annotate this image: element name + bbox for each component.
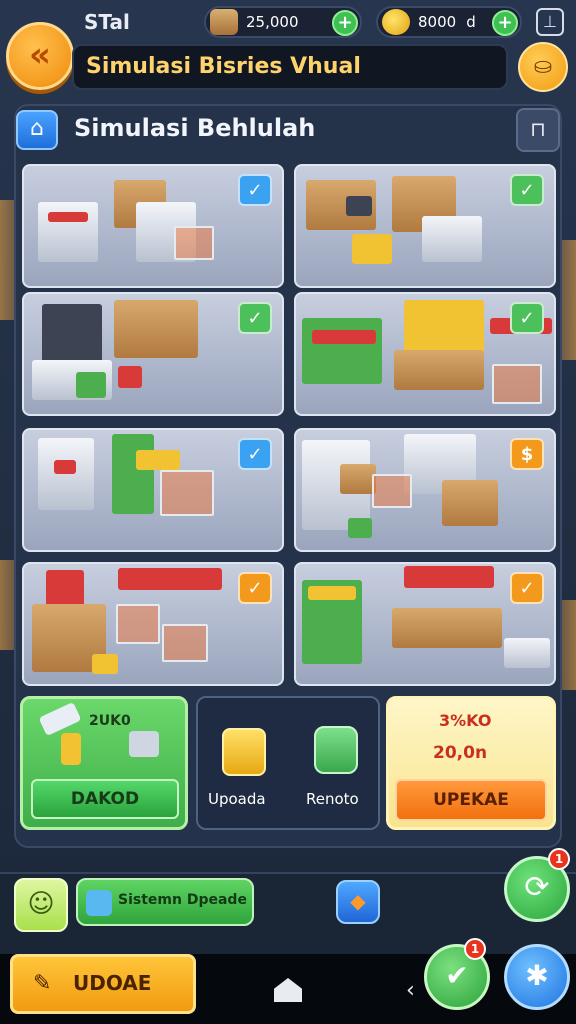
counter-illustration xyxy=(392,608,502,648)
cash-value: 25,000 xyxy=(246,13,299,31)
crate-illustration xyxy=(352,234,392,264)
screen-illustration xyxy=(346,196,372,216)
system-upgrade-label: Sistemn Dpeade xyxy=(118,892,247,908)
upgrade-card: 3%KO 20,0n UPEKAE xyxy=(386,696,556,830)
business-tile[interactable]: ✓ xyxy=(22,292,284,416)
box-illustration xyxy=(340,464,376,494)
sign-illustration xyxy=(312,330,376,344)
counter-illustration xyxy=(394,350,484,390)
counter-illustration xyxy=(422,216,482,262)
system-upgrade-button[interactable]: Sistemn Dpeade xyxy=(76,878,254,926)
cart-illustration xyxy=(160,470,214,516)
nav-back-icon[interactable]: ‹ xyxy=(406,978,415,1003)
tile-status-badge: ✓ xyxy=(510,302,544,334)
gift-icon[interactable]: ◆ xyxy=(336,880,380,924)
chat-icon[interactable]: ☺ xyxy=(14,878,68,932)
banner-illustration xyxy=(404,566,494,588)
gold-counter[interactable]: 8000 d + xyxy=(376,6,522,38)
notification-badge: 1 xyxy=(464,938,486,960)
tile-status-badge: ✓ xyxy=(510,572,544,604)
machine-illustration xyxy=(42,304,102,368)
download-card: 2UK0 DAKOD xyxy=(20,696,188,830)
upgrade-price-label: 20,0n xyxy=(433,743,488,763)
upgrade-option-label: Upoada xyxy=(208,790,266,808)
scale-illustration xyxy=(504,638,550,668)
shelf-illustration xyxy=(38,202,98,262)
gold-value: 8000 xyxy=(418,13,457,31)
title-bar: Simulasi Bisries Vhual xyxy=(72,44,508,90)
download-button[interactable]: DAKOD xyxy=(31,779,179,819)
carrier-label: STal xyxy=(84,10,130,34)
basket-illustration xyxy=(76,372,106,398)
stall-illustration xyxy=(302,318,382,384)
cube-icon xyxy=(86,890,112,916)
awning-illustration xyxy=(118,568,222,590)
crate-illustration xyxy=(92,654,118,674)
business-tile[interactable]: ✓ xyxy=(294,292,556,416)
shield-icon[interactable] xyxy=(314,726,358,774)
store-icon[interactable]: ⊓ xyxy=(516,108,560,152)
menu-icon[interactable]: ⊥ xyxy=(536,8,564,36)
cash-counter[interactable]: 25,000 + xyxy=(204,6,362,38)
upgrades-card: Upoada Renoto xyxy=(196,696,380,830)
crate-illustration xyxy=(348,518,372,538)
settings-gear-icon[interactable]: ✱ xyxy=(504,944,570,1010)
crate-illustration xyxy=(118,366,142,388)
tile-status-badge: ✓ xyxy=(238,174,272,206)
upgrade-cost-label: 3%KO xyxy=(439,711,492,730)
shelf-illustration xyxy=(38,438,94,510)
section-title: Simulasi Behlulah xyxy=(74,114,316,142)
machine-icon xyxy=(129,731,159,757)
fridge-illustration xyxy=(112,434,154,514)
business-tile[interactable]: ✓ xyxy=(22,562,284,686)
update-label: UDOAE xyxy=(73,971,152,995)
download-card-label: 2UK0 xyxy=(89,713,131,729)
eraser-icon xyxy=(38,701,82,737)
status-bar: STal 25,000 + 8000 d + ⊥ xyxy=(0,0,576,44)
back-button[interactable]: « xyxy=(6,22,74,90)
add-cash-button[interactable]: + xyxy=(332,10,358,36)
tile-status-badge: ✓ xyxy=(238,438,272,470)
sign-illustration xyxy=(308,586,356,600)
business-tile[interactable]: ✓ xyxy=(294,164,556,288)
coin-stack-icon[interactable] xyxy=(222,728,266,776)
cart-illustration xyxy=(162,624,208,662)
cart-illustration xyxy=(116,604,160,644)
gold-suffix: d xyxy=(466,13,476,31)
home-icon[interactable]: ⌂ xyxy=(16,110,58,150)
business-tile[interactable]: ✓ xyxy=(22,164,284,288)
box-illustration xyxy=(114,300,198,358)
cart-illustration xyxy=(492,364,542,404)
page-title: Simulasi Bisries Vhual xyxy=(86,54,361,79)
business-tile[interactable]: ✓ xyxy=(22,428,284,552)
hand-pointer-icon xyxy=(61,733,81,765)
cash-box-icon xyxy=(210,9,238,35)
add-gold-button[interactable]: + xyxy=(492,10,518,36)
tile-status-badge: $ xyxy=(510,438,544,470)
sign-illustration xyxy=(48,212,88,222)
cart-illustration xyxy=(372,474,412,508)
shop-bag-icon[interactable]: ⛀ xyxy=(518,42,568,92)
tile-status-badge: ✓ xyxy=(238,572,272,604)
gold-coin-icon xyxy=(382,9,410,35)
renovate-option-label: Renoto xyxy=(306,790,359,808)
eraser-icon: ✎ xyxy=(33,971,52,996)
update-button[interactable]: ✎ UDOAE xyxy=(10,954,196,1014)
cart-illustration xyxy=(174,226,214,260)
business-tile[interactable]: ✓ xyxy=(294,562,556,686)
awning-illustration xyxy=(136,450,180,470)
box-illustration xyxy=(442,480,498,526)
notification-badge: 1 xyxy=(548,848,570,870)
tile-status-badge: ✓ xyxy=(238,302,272,334)
sign-illustration xyxy=(54,460,76,474)
business-tile[interactable]: $ xyxy=(294,428,556,552)
tile-status-badge: ✓ xyxy=(510,174,544,206)
upgrade-button[interactable]: UPEKAE xyxy=(395,779,547,821)
